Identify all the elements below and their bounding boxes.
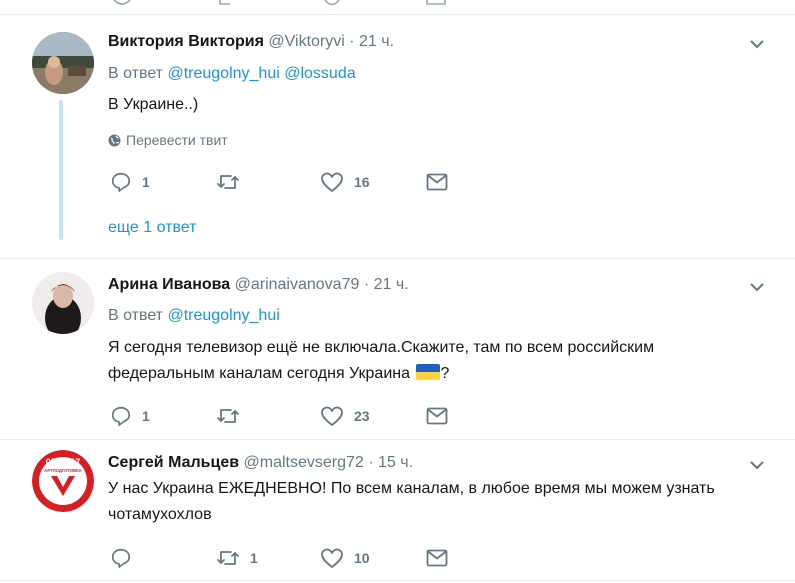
retweet-icon	[218, 0, 238, 6]
timestamp[interactable]: 21 ч.	[374, 276, 409, 293]
retweet-icon	[217, 175, 239, 189]
reply-count: 1	[142, 174, 150, 190]
chevron-down-icon[interactable]	[749, 457, 765, 473]
tweet-header: Сергей Мальцев @maltsevserg72 · 15 ч.	[108, 453, 413, 473]
reply-context: В ответ @treugolny_hui @lossuda	[108, 64, 356, 84]
show-more-replies-link[interactable]: еще 1 ответ	[108, 218, 196, 238]
tweet-actions: 1 10	[108, 546, 468, 570]
retweet-button[interactable]: 1	[216, 546, 258, 570]
globe-icon	[108, 134, 121, 147]
like-button[interactable]: 10	[320, 546, 370, 570]
user-avatar[interactable]: 05.11.17 АРТПОДГОТОВКА НЕ ЖДЕМ ГОТОВИМСЯ…	[32, 450, 94, 512]
tweet-text-suffix: ?	[440, 365, 450, 382]
tweet-header: Арина Иванова @arinaivanova79 · 21 ч.	[108, 275, 409, 295]
message-icon	[426, 0, 446, 6]
reply-icon	[112, 0, 132, 6]
like-icon	[322, 0, 342, 6]
retweet-icon	[217, 551, 239, 565]
user-handle[interactable]: @Viktoryvi	[268, 33, 344, 50]
heart-icon	[321, 548, 343, 568]
user-name[interactable]: Виктория Виктория	[108, 33, 264, 50]
timestamp[interactable]: 15 ч.	[378, 454, 413, 471]
reply-icon	[111, 172, 131, 192]
reply-icon	[111, 548, 131, 568]
retweet-icon	[217, 409, 239, 423]
heart-icon	[321, 172, 343, 192]
tweet-actions: 1 16	[108, 170, 468, 194]
like-button[interactable]: 23	[320, 404, 370, 428]
separator: ·	[349, 33, 355, 50]
divider	[0, 580, 795, 581]
like-count: 23	[354, 408, 370, 424]
reply-icon	[111, 406, 131, 426]
envelope-icon	[426, 549, 448, 567]
separator: ·	[368, 454, 374, 471]
tweet[interactable]: Виктория Виктория @Viktoryvi · 21 ч. В о…	[0, 15, 795, 258]
reply-prefix: В ответ	[108, 307, 164, 324]
like-count: 10	[354, 550, 370, 566]
user-avatar[interactable]	[32, 272, 94, 334]
user-name[interactable]: Арина Иванова	[108, 276, 230, 293]
envelope-icon	[426, 407, 448, 425]
tweet-text: Я сегодня телевизор ещё не включала.Скаж…	[108, 335, 748, 387]
heart-icon	[321, 406, 343, 426]
direct-message-button[interactable]	[426, 546, 448, 570]
retweet-button[interactable]	[216, 404, 250, 428]
previous-tweet-actions-remnant	[0, 0, 795, 14]
retweet-count: 1	[250, 550, 258, 566]
reply-count: 1	[142, 408, 150, 424]
retweet-button[interactable]	[216, 170, 250, 194]
chevron-down-icon[interactable]	[749, 279, 765, 295]
reply-context: В ответ @treugolny_hui	[108, 306, 280, 326]
like-button[interactable]: 16	[320, 170, 370, 194]
direct-message-button[interactable]	[426, 404, 448, 428]
mention-link[interactable]: @treugolny_hui	[167, 307, 279, 324]
mention-link[interactable]: @treugolny_hui	[167, 65, 279, 82]
like-count: 16	[354, 174, 370, 190]
tweet-actions: 1 23	[108, 404, 468, 428]
chevron-down-icon[interactable]	[749, 36, 765, 52]
tweet-text-body: Я сегодня телевизор ещё не включала.Скаж…	[108, 339, 655, 382]
badge-date: 05.11.17	[46, 457, 81, 467]
reply-button[interactable]: 1	[110, 170, 150, 194]
mention-link[interactable]: @lossuda	[284, 65, 355, 82]
tweet-header: Виктория Виктория @Viktoryvi · 21 ч.	[108, 32, 394, 52]
reply-button[interactable]: 1	[110, 404, 150, 428]
user-handle[interactable]: @maltsevserg72	[244, 454, 364, 471]
badge-top-text: АРТПОДГОТОВКА	[44, 468, 81, 473]
separator: ·	[363, 276, 370, 293]
tweet[interactable]: 05.11.17 АРТПОДГОТОВКА НЕ ЖДЕМ ГОТОВИМСЯ…	[0, 440, 795, 583]
tweet-text: В Украине..)	[108, 96, 199, 113]
timestamp[interactable]: 21 ч.	[359, 33, 394, 50]
ukraine-flag-emoji	[416, 364, 441, 380]
reply-button[interactable]	[110, 546, 142, 570]
user-handle[interactable]: @arinaivanova79	[235, 276, 360, 293]
direct-message-button[interactable]	[426, 170, 448, 194]
translate-link[interactable]: Перевести твит	[108, 131, 228, 149]
user-name[interactable]: Сергей Мальцев	[108, 454, 239, 471]
user-avatar[interactable]	[32, 32, 94, 94]
tweet[interactable]: Арина Иванова @arinaivanova79 · 21 ч. В …	[0, 259, 795, 439]
translate-label[interactable]: Перевести твит	[126, 132, 228, 148]
tweet-text: У нас Украина ЕЖЕДНЕВНО! По всем каналам…	[108, 480, 715, 523]
reply-prefix: В ответ	[108, 65, 164, 82]
thread-line	[59, 100, 63, 240]
envelope-icon	[426, 173, 448, 191]
